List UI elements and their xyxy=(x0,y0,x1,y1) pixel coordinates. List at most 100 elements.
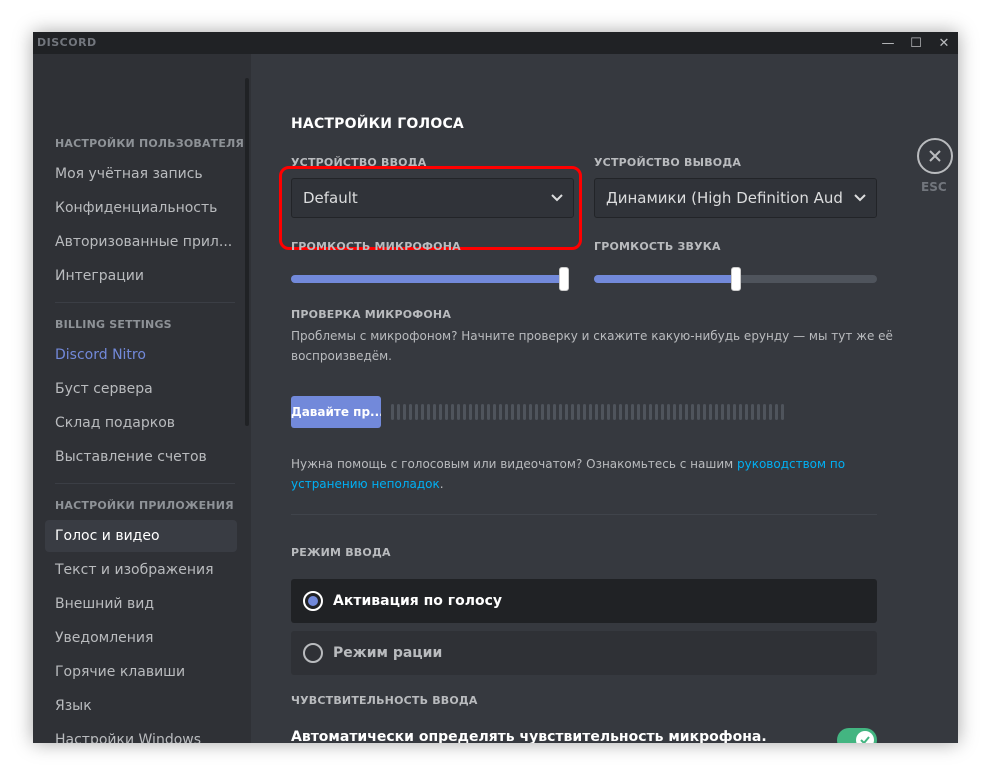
output-device-select[interactable]: Динамики (High Definition Audio Device) xyxy=(594,178,877,218)
meter-bar xyxy=(619,404,622,420)
meter-bar xyxy=(487,404,490,420)
mic-volume-handle[interactable] xyxy=(559,267,569,291)
output-device-value: Динамики (High Definition Audio Device) xyxy=(606,189,876,207)
meter-bar xyxy=(709,404,712,420)
troubleshooting-link-cont[interactable]: устранению неполадок xyxy=(291,477,440,491)
help-text-end: . xyxy=(439,477,444,491)
output-volume-handle[interactable] xyxy=(731,267,741,291)
meter-bar xyxy=(649,404,652,420)
help-text-body: Нужна помощь с голосовым или видеочатом?… xyxy=(291,457,737,471)
meter-bar xyxy=(583,404,586,420)
sidebar-item-gift-inventory[interactable]: Склад подарков xyxy=(45,407,237,439)
meter-bar xyxy=(547,404,550,420)
mic-test-description-line1: Проблемы с микрофоном? Начните проверку … xyxy=(291,329,893,343)
meter-bar xyxy=(679,404,682,420)
meter-bar xyxy=(601,404,604,420)
meter-bar xyxy=(637,404,640,420)
sidebar-item-voice-video[interactable]: Голос и видео xyxy=(45,520,237,552)
meter-bar xyxy=(691,404,694,420)
meter-bar xyxy=(763,404,766,420)
discord-window: DISCORD — ☐ ✕ НАСТРОЙКИ ПОЛЬЗОВАТЕЛЯ Моя… xyxy=(33,32,958,743)
meter-bar xyxy=(397,404,400,420)
meter-bar xyxy=(703,404,706,420)
meter-bar xyxy=(535,404,538,420)
checkmark-icon xyxy=(856,731,874,743)
sidebar-item-notifications[interactable]: Уведомления xyxy=(45,622,237,654)
meter-bar xyxy=(529,404,532,420)
section-header-app-settings: НАСТРОЙКИ ПРИЛОЖЕНИЯ xyxy=(55,499,234,512)
meter-bar xyxy=(559,404,562,420)
troubleshooting-link[interactable]: руководством по xyxy=(737,457,845,471)
page-title: НАСТРОЙКИ ГОЛОСА xyxy=(291,116,464,132)
mic-test-description-line2: воспроизведём. xyxy=(291,349,392,363)
meter-bar xyxy=(607,404,610,420)
sidebar-item-appearance[interactable]: Внешний вид xyxy=(45,588,237,620)
close-settings-button[interactable] xyxy=(917,138,953,174)
help-text: Нужна помощь с голосовым или видеочатом?… xyxy=(291,454,845,494)
meter-bar xyxy=(757,404,760,420)
meter-bar xyxy=(721,404,724,420)
radio-voice-activity[interactable]: Активация по голосу xyxy=(291,579,877,623)
mic-level-meter xyxy=(391,404,784,420)
maximize-button[interactable]: ☐ xyxy=(902,32,930,54)
meter-bar xyxy=(541,404,544,420)
meter-bar xyxy=(553,404,556,420)
meter-bar xyxy=(661,404,664,420)
meter-bar xyxy=(463,404,466,420)
sidebar-item-privacy[interactable]: Конфиденциальность xyxy=(45,192,237,224)
app-title: DISCORD xyxy=(37,36,97,49)
input-device-highlight xyxy=(279,166,582,250)
sidebar-item-language[interactable]: Язык xyxy=(45,690,237,722)
mic-test-button[interactable]: Давайте пр... xyxy=(291,396,381,428)
minimize-button[interactable]: — xyxy=(874,32,902,54)
output-volume-slider[interactable] xyxy=(594,267,877,291)
meter-bar xyxy=(517,404,520,420)
auto-sensitivity-text: Автоматически определять чувствительност… xyxy=(291,729,767,743)
mic-test-label: ПРОВЕРКА МИКРОФОНА xyxy=(291,308,452,321)
meter-bar xyxy=(577,404,580,420)
meter-bar xyxy=(391,404,394,420)
meter-bar xyxy=(697,404,700,420)
meter-bar xyxy=(625,404,628,420)
meter-bar xyxy=(631,404,634,420)
meter-bar xyxy=(409,404,412,420)
meter-bar xyxy=(781,404,784,420)
meter-bar xyxy=(457,404,460,420)
sidebar-item-billing[interactable]: Выставление счетов xyxy=(45,441,237,473)
mic-test-description: Проблемы с микрофоном? Начните проверку … xyxy=(291,326,893,366)
radio-selected-icon xyxy=(303,591,323,611)
voice-settings-content: НАСТРОЙКИ ГОЛОСА УСТРОЙСТВО ВВОДА Defaul… xyxy=(251,54,958,743)
sidebar-scrollbar[interactable] xyxy=(245,78,249,426)
sidebar-item-text-images[interactable]: Текст и изображения xyxy=(45,554,237,586)
section-header-billing: BILLING SETTINGS xyxy=(55,318,172,331)
output-volume-fill xyxy=(594,275,736,283)
meter-bar xyxy=(499,404,502,420)
meter-bar xyxy=(769,404,772,420)
sidebar-item-integrations[interactable]: Интеграции xyxy=(45,260,237,292)
meter-bar xyxy=(685,404,688,420)
section-divider xyxy=(291,514,877,515)
meter-bar xyxy=(715,404,718,420)
close-window-button[interactable]: ✕ xyxy=(930,32,958,54)
meter-bar xyxy=(451,404,454,420)
sidebar-item-keybinds[interactable]: Горячие клавиши xyxy=(45,656,237,688)
window-controls: — ☐ ✕ xyxy=(874,32,958,54)
meter-bar xyxy=(403,404,406,420)
auto-sensitivity-toggle[interactable] xyxy=(837,728,877,743)
radio-push-to-talk-label: Режим рации xyxy=(333,645,443,661)
sidebar-item-my-account[interactable]: Моя учётная запись xyxy=(45,158,237,190)
radio-voice-activity-label: Активация по голосу xyxy=(333,593,503,609)
meter-bar xyxy=(643,404,646,420)
esc-label: ESC xyxy=(921,180,947,194)
sidebar-item-authorized-apps[interactable]: Авторизованные прил... xyxy=(45,226,237,258)
meter-bar xyxy=(655,404,658,420)
sidebar-item-windows-settings[interactable]: Настройки Windows xyxy=(45,724,237,743)
radio-push-to-talk[interactable]: Режим рации xyxy=(291,631,877,675)
settings-sidebar: НАСТРОЙКИ ПОЛЬЗОВАТЕЛЯ Моя учётная запис… xyxy=(33,54,251,743)
meter-bar xyxy=(469,404,472,420)
sidebar-item-server-boost[interactable]: Буст сервера xyxy=(45,373,237,405)
meter-bar xyxy=(421,404,424,420)
mic-volume-slider[interactable] xyxy=(291,267,569,291)
meter-bar xyxy=(475,404,478,420)
sidebar-item-discord-nitro[interactable]: Discord Nitro xyxy=(45,339,237,371)
